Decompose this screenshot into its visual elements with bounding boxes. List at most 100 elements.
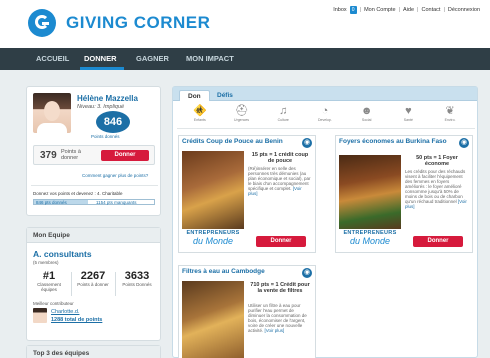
best-contributor-points[interactable]: 1288 total de points [51, 317, 102, 323]
tab-defis[interactable]: Défis [209, 90, 241, 101]
social-icon: ☻ [360, 105, 373, 117]
nav-mon-impact[interactable]: MON IMPACT [186, 54, 234, 63]
logo-line-2: du Monde [349, 236, 391, 246]
category-development[interactable]: ◔ Develop. [312, 104, 338, 127]
stat-label: Points Donnés [122, 282, 152, 287]
project-photo[interactable] [182, 281, 244, 358]
category-emergency[interactable]: ⛑ Urgences [229, 104, 255, 127]
donate-button[interactable]: Donner [101, 150, 149, 161]
inbox-link[interactable]: Inbox [333, 7, 346, 13]
culture-icon: ♫ [279, 105, 288, 117]
separator: | [398, 7, 401, 13]
best-contributor-label: Meilleur contributeur [33, 301, 74, 306]
category-label: Santé [403, 118, 413, 122]
account-link[interactable]: Mon Compte [364, 7, 396, 13]
category-label: Urgences [234, 118, 250, 122]
logo-line-2: du Monde [192, 236, 234, 246]
project-points: 710 pts = 1 Crédit pour la vente de filt… [250, 282, 310, 294]
tab-don[interactable]: Don [179, 90, 210, 101]
top-utility-nav: Inbox 0 | Mon Compte | Aide | Contact | … [333, 6, 480, 14]
inbox-count-badge[interactable]: 0 [349, 6, 357, 14]
logo-text[interactable]: GIVING CORNER [66, 13, 210, 33]
team-points-to-give-stat: 2267 Points à donner [73, 270, 113, 287]
category-label: Develop. [318, 118, 332, 122]
project-card[interactable]: Crédits Coup de Pouce au Benin ◉ 15 pts … [178, 135, 316, 253]
environment-icon: ❦ [445, 105, 455, 117]
points-given-badge: 846 [96, 111, 130, 133]
nav-donner[interactable]: DONNER [84, 54, 117, 63]
tab-bar: Don Défis [173, 87, 477, 101]
best-contributor-avatar[interactable] [33, 308, 47, 323]
project-photo[interactable] [182, 151, 244, 229]
giving-corner-logo-icon[interactable] [28, 9, 56, 37]
category-health[interactable]: ♥ Santé [395, 104, 421, 127]
project-points: 15 pts = 1 crédit coup de pouce [251, 152, 309, 164]
child-icon: 🚸 [192, 105, 207, 117]
project-title[interactable]: Crédits Coup de Pouce au Benin [182, 138, 302, 146]
category-filter: 🚸 Enfants ⛑ Urgences ♫ Culture ◔ Develop. ☻ Socia… [173, 101, 477, 127]
avatar[interactable] [33, 93, 71, 133]
team-rank-stat: #1 Classement équipes [29, 270, 69, 292]
main-nav: ACCUEIL DONNER GAGNER MON IMPACT [0, 48, 490, 70]
separator: | [443, 7, 445, 13]
stat-label: Points à donner [77, 282, 109, 287]
donate-button[interactable]: Donner [256, 236, 306, 247]
help-link[interactable]: Aide [403, 7, 414, 13]
site-header: GIVING CORNER Inbox 0 | Mon Compte | Aid… [0, 0, 490, 48]
development-icon: ◔ [321, 105, 329, 117]
level-progress-bar: 846 pts donnés 1154 pts manquants [33, 199, 155, 205]
category-culture[interactable]: ♫ Culture [270, 104, 296, 127]
available-points: 379 [40, 150, 57, 161]
project-photo[interactable] [339, 155, 401, 229]
logout-link[interactable]: Déconnexion [448, 7, 480, 13]
category-label: Enviro. [444, 118, 456, 122]
stat-value: 2267 [80, 270, 106, 282]
nav-accueil[interactable]: ACCUEIL [36, 54, 69, 63]
points-given-label: Points donnés [91, 134, 120, 139]
donation-panel: Don Défis 🚸 Enfants ⛑ Urgences ♫ Culture ◔ Deve… [172, 86, 478, 358]
donate-button[interactable]: Donner [413, 236, 463, 247]
profile-name[interactable]: Hélène Mazzella [77, 94, 138, 103]
globe-icon[interactable]: ◉ [302, 138, 312, 148]
globe-icon[interactable]: ◉ [459, 138, 469, 148]
emergency-icon: ⛑ [234, 105, 249, 117]
category-child[interactable]: 🚸 Enfants [187, 104, 213, 127]
profile-panel: Hélène Mazzella Niveau: 3. Impliqué 846 … [26, 86, 161, 216]
active-nav-indicator [80, 67, 124, 70]
top-teams-header: Top 3 des équipes [27, 346, 160, 358]
see-more-link[interactable]: [Voir plus] [265, 328, 285, 333]
available-points-label: Points à donner [61, 149, 81, 161]
divider [31, 185, 158, 186]
entrepreneurs-du-monde-logo: ENTREPRENEURS du Monde [339, 230, 401, 246]
team-header: Mon Equipe [27, 228, 160, 243]
separator: | [359, 7, 362, 13]
next-level-text: Donnez vos points et devenez : 4. Charit… [33, 191, 123, 196]
top-teams-panel: Top 3 des équipes [26, 345, 161, 358]
divider [115, 272, 116, 296]
donate-box: 379 Points à donner Donner [33, 145, 155, 165]
project-title[interactable]: Foyers économes au Burkina Faso [339, 138, 459, 146]
project-card[interactable]: Filtres à eau au Cambodge ◉ 710 pts = 1 … [178, 265, 316, 358]
project-title[interactable]: Filtres à eau au Cambodge [182, 268, 302, 276]
progress-right-label: 1154 pts manquants [96, 200, 137, 205]
team-panel: Mon Equipe A. consultants (5 membres) #1… [26, 227, 161, 341]
progress-left-label: 846 pts donnés [36, 200, 67, 205]
best-contributor-name[interactable]: Charlotte.d. [51, 309, 79, 315]
project-card[interactable]: Foyers économes au Burkina Faso ◉ 50 pts… [335, 135, 473, 253]
contact-link[interactable]: Contact [421, 7, 440, 13]
separator: | [417, 7, 419, 13]
divider [71, 272, 72, 296]
category-label: Enfants [193, 118, 206, 122]
health-icon: ♥ [405, 105, 412, 117]
stat-value: 3633 [124, 270, 150, 282]
team-name[interactable]: A. consultants [33, 249, 92, 259]
earn-more-link[interactable]: Comment gagner plus de points? [82, 173, 148, 178]
stat-value: #1 [42, 270, 56, 282]
nav-gagner[interactable]: GAGNER [136, 54, 169, 63]
category-social[interactable]: ☻ Social [354, 104, 380, 127]
category-label: Culture [277, 118, 289, 122]
project-description: Utiliser un filtre à eau pour purifier l… [248, 303, 312, 333]
category-environment[interactable]: ❦ Enviro. [437, 104, 463, 127]
globe-icon[interactable]: ◉ [302, 268, 312, 278]
project-description-text: Les crédits pour des réchauds visent à f… [405, 169, 466, 204]
